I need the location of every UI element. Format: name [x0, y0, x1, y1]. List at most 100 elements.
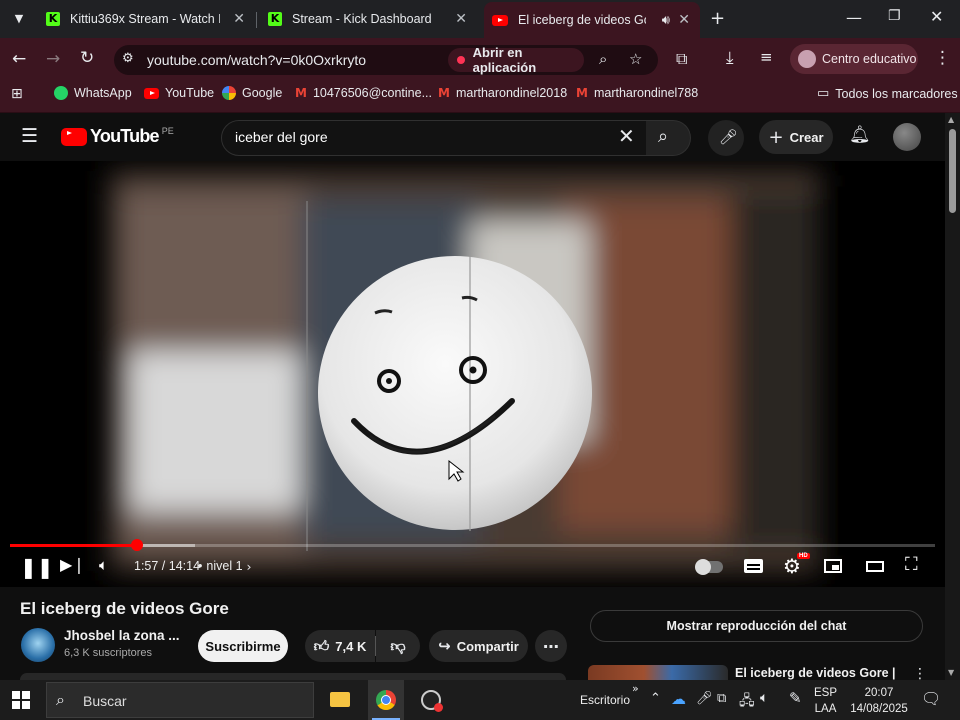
show-chat-replay-button[interactable]: Mostrar reproducción del chat [590, 610, 923, 642]
chevron-double-right-icon[interactable]: » [632, 682, 639, 695]
subtitles-icon[interactable] [744, 559, 763, 573]
hamburger-menu-icon[interactable]: ☰ [21, 125, 38, 147]
autoplay-toggle[interactable] [695, 559, 723, 575]
profile-button[interactable]: Centro educativo [790, 44, 918, 74]
scroll-thumb[interactable] [949, 129, 956, 213]
chapter-button[interactable]: • nivel 1 › [198, 559, 252, 574]
language-indicator[interactable]: ESP LAA [814, 685, 837, 717]
minimize-icon[interactable]: — [846, 8, 862, 27]
fullscreen-icon[interactable]: ⛶ [905, 554, 918, 575]
recommended-thumbnail[interactable] [588, 665, 728, 680]
like-count: 7,4 K [335, 638, 367, 654]
taskbar-search-box[interactable]: ⌕ Buscar [46, 682, 314, 718]
recommended-title[interactable]: El iceberg de videos Gore | [735, 666, 896, 680]
youtube-icon [492, 14, 508, 26]
extensions-icon[interactable]: ⧉ [676, 49, 687, 69]
meet-now-icon[interactable]: ⧉ [717, 691, 726, 706]
tab-strip: ▼ K Kittiu369x Stream - Watch Live ✕ K S… [0, 0, 960, 38]
desktop-label[interactable]: Escritorio [580, 693, 630, 707]
volume-icon[interactable]: 🔈︎ [99, 556, 108, 574]
obs-icon[interactable] [421, 690, 443, 712]
bookmark-email-2[interactable]: M martharondinel2018 [438, 86, 567, 100]
chapter-dot: • [198, 559, 203, 573]
youtube-logo[interactable]: YouTube PE [61, 126, 174, 147]
media-control-icon[interactable]: ≡ [760, 48, 773, 66]
scrubber-handle[interactable] [130, 539, 143, 551]
network-icon[interactable]: 🖧︎ [739, 690, 755, 714]
tab-search-icon[interactable]: ▼ [10, 9, 28, 29]
microphone-icon: 🎤︎ [719, 128, 739, 146]
create-button[interactable]: + Crear [759, 120, 833, 154]
channel-name[interactable]: Jhosbel la zona ... [64, 628, 180, 643]
chapter-label: nivel 1 [206, 559, 243, 573]
open-in-app-button[interactable]: Abrir en aplicación [448, 45, 584, 75]
speaker-icon[interactable]: 🔊︎ [662, 13, 670, 28]
thumbs-down-icon: 👎︎ [390, 636, 406, 655]
subscriber-count: 6,3 K suscriptores [64, 647, 153, 659]
subscribe-button[interactable]: Suscribirme [198, 630, 288, 662]
zoom-icon[interactable]: ⌕ [599, 50, 607, 68]
taskbar-chrome-active[interactable] [368, 680, 404, 720]
like-button[interactable]: 👍︎ 7,4 K [305, 630, 375, 662]
clock[interactable]: 20:07 14/08/2025 [850, 685, 908, 717]
description-box-edge [20, 673, 566, 680]
scroll-up-icon[interactable]: ▲ [948, 115, 954, 124]
video-player[interactable]: ❚❚ ▶❘ 🔈︎ 1:57 / 14:14 • nivel 1 › ⚙︎ HD … [0, 161, 945, 587]
bookmark-star-icon[interactable]: ☆ [629, 50, 642, 68]
search-query[interactable]: iceber del gore [235, 129, 328, 145]
reload-icon[interactable]: ↻ [80, 48, 94, 68]
bookmark-google[interactable]: Google [222, 86, 282, 100]
tab-kittiu-stream[interactable]: K Kittiu369x Stream - Watch Live ✕ [40, 0, 255, 38]
bookmark-email-1[interactable]: M 10476506@contine... [295, 86, 432, 100]
close-tab-icon[interactable]: ✕ [678, 12, 690, 28]
search-button[interactable]: ⌕ [646, 120, 691, 156]
more-actions-button[interactable]: ⋯ [535, 630, 567, 662]
share-button[interactable]: ↪ Compartir [429, 630, 528, 662]
all-bookmarks-button[interactable]: ▭ Todos los marcadores [817, 86, 958, 101]
pause-icon[interactable]: ❚❚ [20, 555, 54, 579]
close-tab-icon[interactable]: ✕ [455, 11, 467, 27]
avatar[interactable] [893, 123, 921, 151]
bookmark-whatsapp[interactable]: WhatsApp [54, 86, 132, 100]
next-video-icon[interactable]: ▶❘ [60, 555, 86, 574]
progress-track[interactable] [10, 539, 935, 551]
search-input[interactable]: iceber del gore ✕ [221, 120, 648, 156]
bookmark-email-3[interactable]: M martharondinel788 [576, 86, 698, 100]
site-info-icon[interactable]: ⚙︎ [122, 51, 134, 66]
file-explorer-icon[interactable] [330, 692, 350, 707]
video-frame [0, 161, 945, 587]
microphone-icon[interactable]: 🎤︎ [696, 691, 713, 706]
tab-youtube-iceberg[interactable]: El iceberg de videos Gore - 🔊︎ ✕ [484, 2, 700, 38]
tab-kick-dashboard[interactable]: K Stream - Kick Dashboard ✕ [262, 0, 477, 38]
page-scrollbar[interactable]: ▲ ▼ [945, 113, 960, 680]
theater-mode-icon[interactable] [866, 561, 884, 572]
new-tab-icon[interactable]: + [710, 8, 725, 29]
profile-label: Centro educativo [822, 52, 917, 66]
close-window-icon[interactable]: ✕ [930, 7, 943, 26]
forward-icon[interactable]: → [46, 49, 60, 69]
close-tab-icon[interactable]: ✕ [233, 11, 245, 27]
restore-icon[interactable]: ❐ [888, 8, 901, 24]
notifications-bell-icon[interactable]: 🔔︎ [849, 125, 871, 145]
show-hidden-icons[interactable]: ⌃ [650, 691, 661, 706]
windows-start-icon[interactable] [12, 691, 30, 709]
gmail-icon: M [295, 86, 307, 100]
apps-grid-icon[interactable]: ⊞ [11, 86, 23, 102]
pen-icon[interactable]: ✎ [789, 689, 802, 707]
channel-avatar[interactable] [21, 628, 55, 662]
onedrive-cloud-icon[interactable]: ☁︎ [671, 690, 686, 708]
miniplayer-icon[interactable] [824, 559, 842, 573]
bookmark-youtube[interactable]: YouTube [144, 86, 214, 100]
menu-kebab-icon[interactable]: ⋮ [934, 48, 951, 68]
scroll-down-icon[interactable]: ▼ [948, 668, 954, 677]
url-text[interactable]: youtube.com/watch?v=0k0Oxrkryto [147, 52, 366, 68]
download-icon[interactable]: ⤓ [726, 48, 734, 68]
voice-search-button[interactable]: 🎤︎ [708, 120, 744, 156]
back-icon[interactable]: ← [12, 49, 26, 69]
clear-search-icon[interactable]: ✕ [618, 124, 635, 148]
notification-center-icon[interactable]: 🗨︎ [921, 689, 941, 708]
volume-icon[interactable]: 🔈︎ [760, 690, 768, 706]
dislike-button[interactable]: 👎︎ [376, 630, 420, 662]
address-bar[interactable]: ⚙︎ youtube.com/watch?v=0k0Oxrkryto Abrir… [114, 45, 658, 75]
app-dot-icon [457, 56, 465, 64]
